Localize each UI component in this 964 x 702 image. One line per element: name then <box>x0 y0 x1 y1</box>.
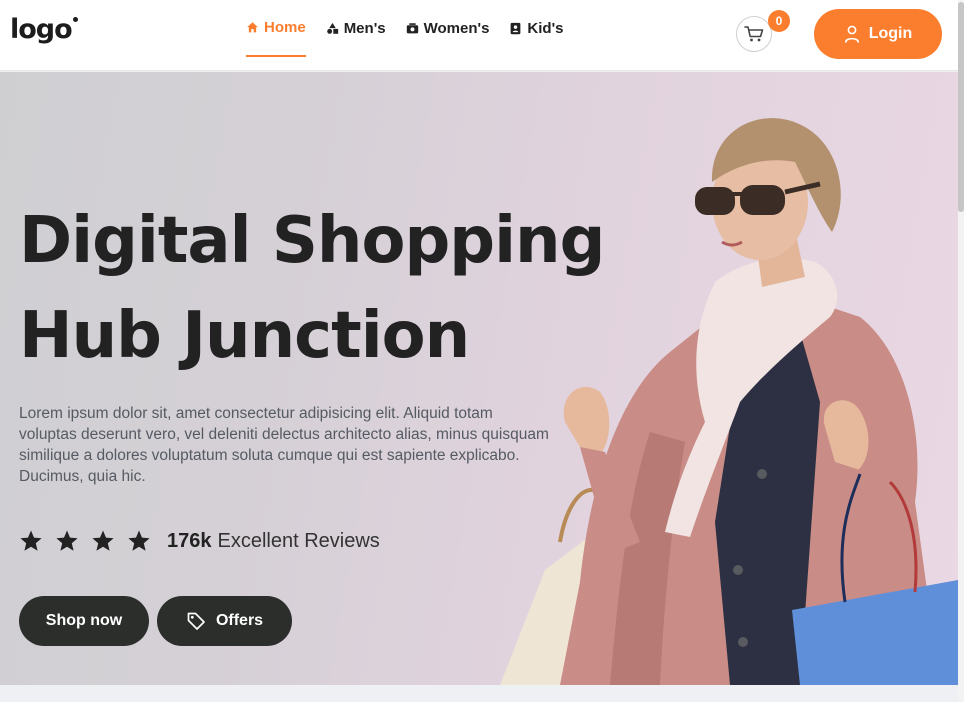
nav-label-mens: Men's <box>343 20 386 37</box>
home-icon <box>247 22 258 33</box>
shop-now-label: Shop now <box>45 612 123 629</box>
shopping-cart-icon <box>744 26 764 42</box>
nav-item-womens[interactable]: Women's <box>406 0 490 57</box>
hero-description: Lorem ipsum dolor sit, amet consectetur … <box>19 405 549 485</box>
shop-now-button[interactable]: Shop now <box>19 596 149 646</box>
shapes-icon <box>326 22 338 34</box>
nav-item-mens[interactable]: Men's <box>326 0 386 57</box>
scrollbar-thumb[interactable] <box>958 2 964 212</box>
main-nav: Home Men's Women's Kid's <box>246 0 584 71</box>
photo-album-icon <box>406 23 418 34</box>
star-icon <box>128 530 150 551</box>
top-navbar: logo Home Men's Women's Kid's 0 Login <box>0 0 958 71</box>
nav-label-home: Home <box>264 19 306 36</box>
nav-label-womens: Women's <box>423 20 490 37</box>
hero-section: Digital Shopping Hub Junction Lorem ipsu… <box>0 72 958 685</box>
contact-book-icon <box>511 22 521 35</box>
nav-item-home[interactable]: Home <box>246 0 306 57</box>
cart-count-badge: 0 <box>768 10 790 32</box>
review-label: Excellent Reviews <box>217 529 380 552</box>
headline-line-2: Hub Junction <box>19 299 470 373</box>
reviews-row: 176k Excellent Reviews <box>19 525 380 557</box>
review-count: 176k <box>167 529 212 552</box>
login-button[interactable]: Login <box>814 9 942 59</box>
page-scrollbar[interactable] <box>958 0 964 702</box>
offers-label: Offers <box>215 612 264 629</box>
star-icon <box>92 530 114 551</box>
star-icon <box>56 530 78 551</box>
login-label: Login <box>868 25 913 42</box>
site-logo[interactable]: logo <box>10 14 78 45</box>
user-icon <box>844 25 859 43</box>
offers-button[interactable]: Offers <box>157 596 292 646</box>
hero-woman-shopping-image <box>500 118 958 685</box>
nav-label-kids: Kid's <box>527 20 564 37</box>
cart-button[interactable] <box>736 16 772 52</box>
rating-stars <box>19 529 151 553</box>
tag-icon <box>187 612 205 630</box>
star-icon <box>20 530 42 551</box>
nav-item-kids[interactable]: Kid's <box>509 0 564 57</box>
